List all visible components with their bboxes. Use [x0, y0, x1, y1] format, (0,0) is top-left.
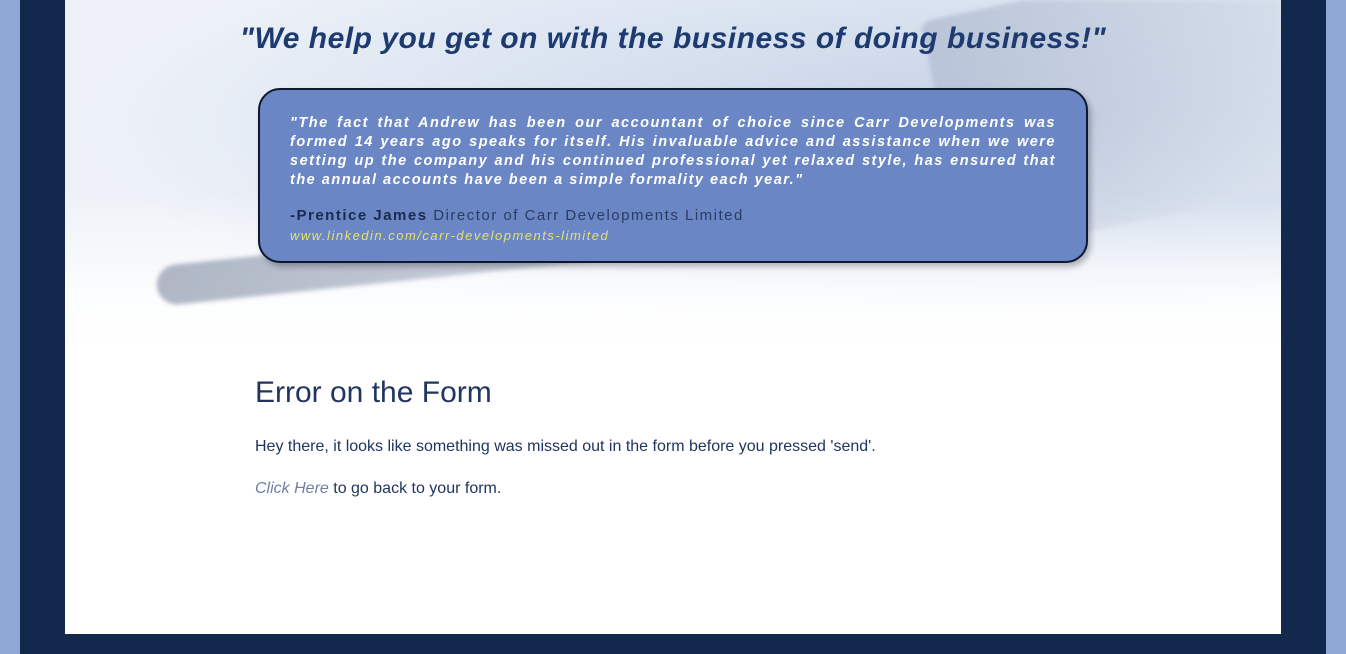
back-suffix: to go back to your form. — [329, 480, 502, 497]
content-section: Error on the Form Hey there, it looks li… — [65, 350, 1085, 498]
testimonial-author-name: Prentice James — [297, 207, 428, 224]
back-line: Click Here to go back to your form. — [255, 480, 1085, 498]
hero-tagline: "We help you get on with the business of… — [65, 0, 1281, 56]
testimonial-link[interactable]: www.linkedin.com/carr-developments-limit… — [290, 228, 1056, 243]
testimonial-quote: "The fact that Andrew has been our accou… — [290, 114, 1056, 191]
hero-section: "We help you get on with the business of… — [65, 0, 1281, 350]
outer-frame: "We help you get on with the business of… — [20, 0, 1326, 654]
page-container: "We help you get on with the business of… — [65, 0, 1281, 634]
error-heading: Error on the Form — [255, 376, 1085, 410]
testimonial-box: "The fact that Andrew has been our accou… — [258, 88, 1088, 263]
testimonial-attribution: -Prentice James Director of Carr Develop… — [290, 207, 1056, 224]
error-body: Hey there, it looks like something was m… — [255, 438, 1085, 456]
testimonial-author-role: Director of Carr Developments Limited — [433, 207, 744, 224]
back-link[interactable]: Click Here — [255, 480, 329, 497]
